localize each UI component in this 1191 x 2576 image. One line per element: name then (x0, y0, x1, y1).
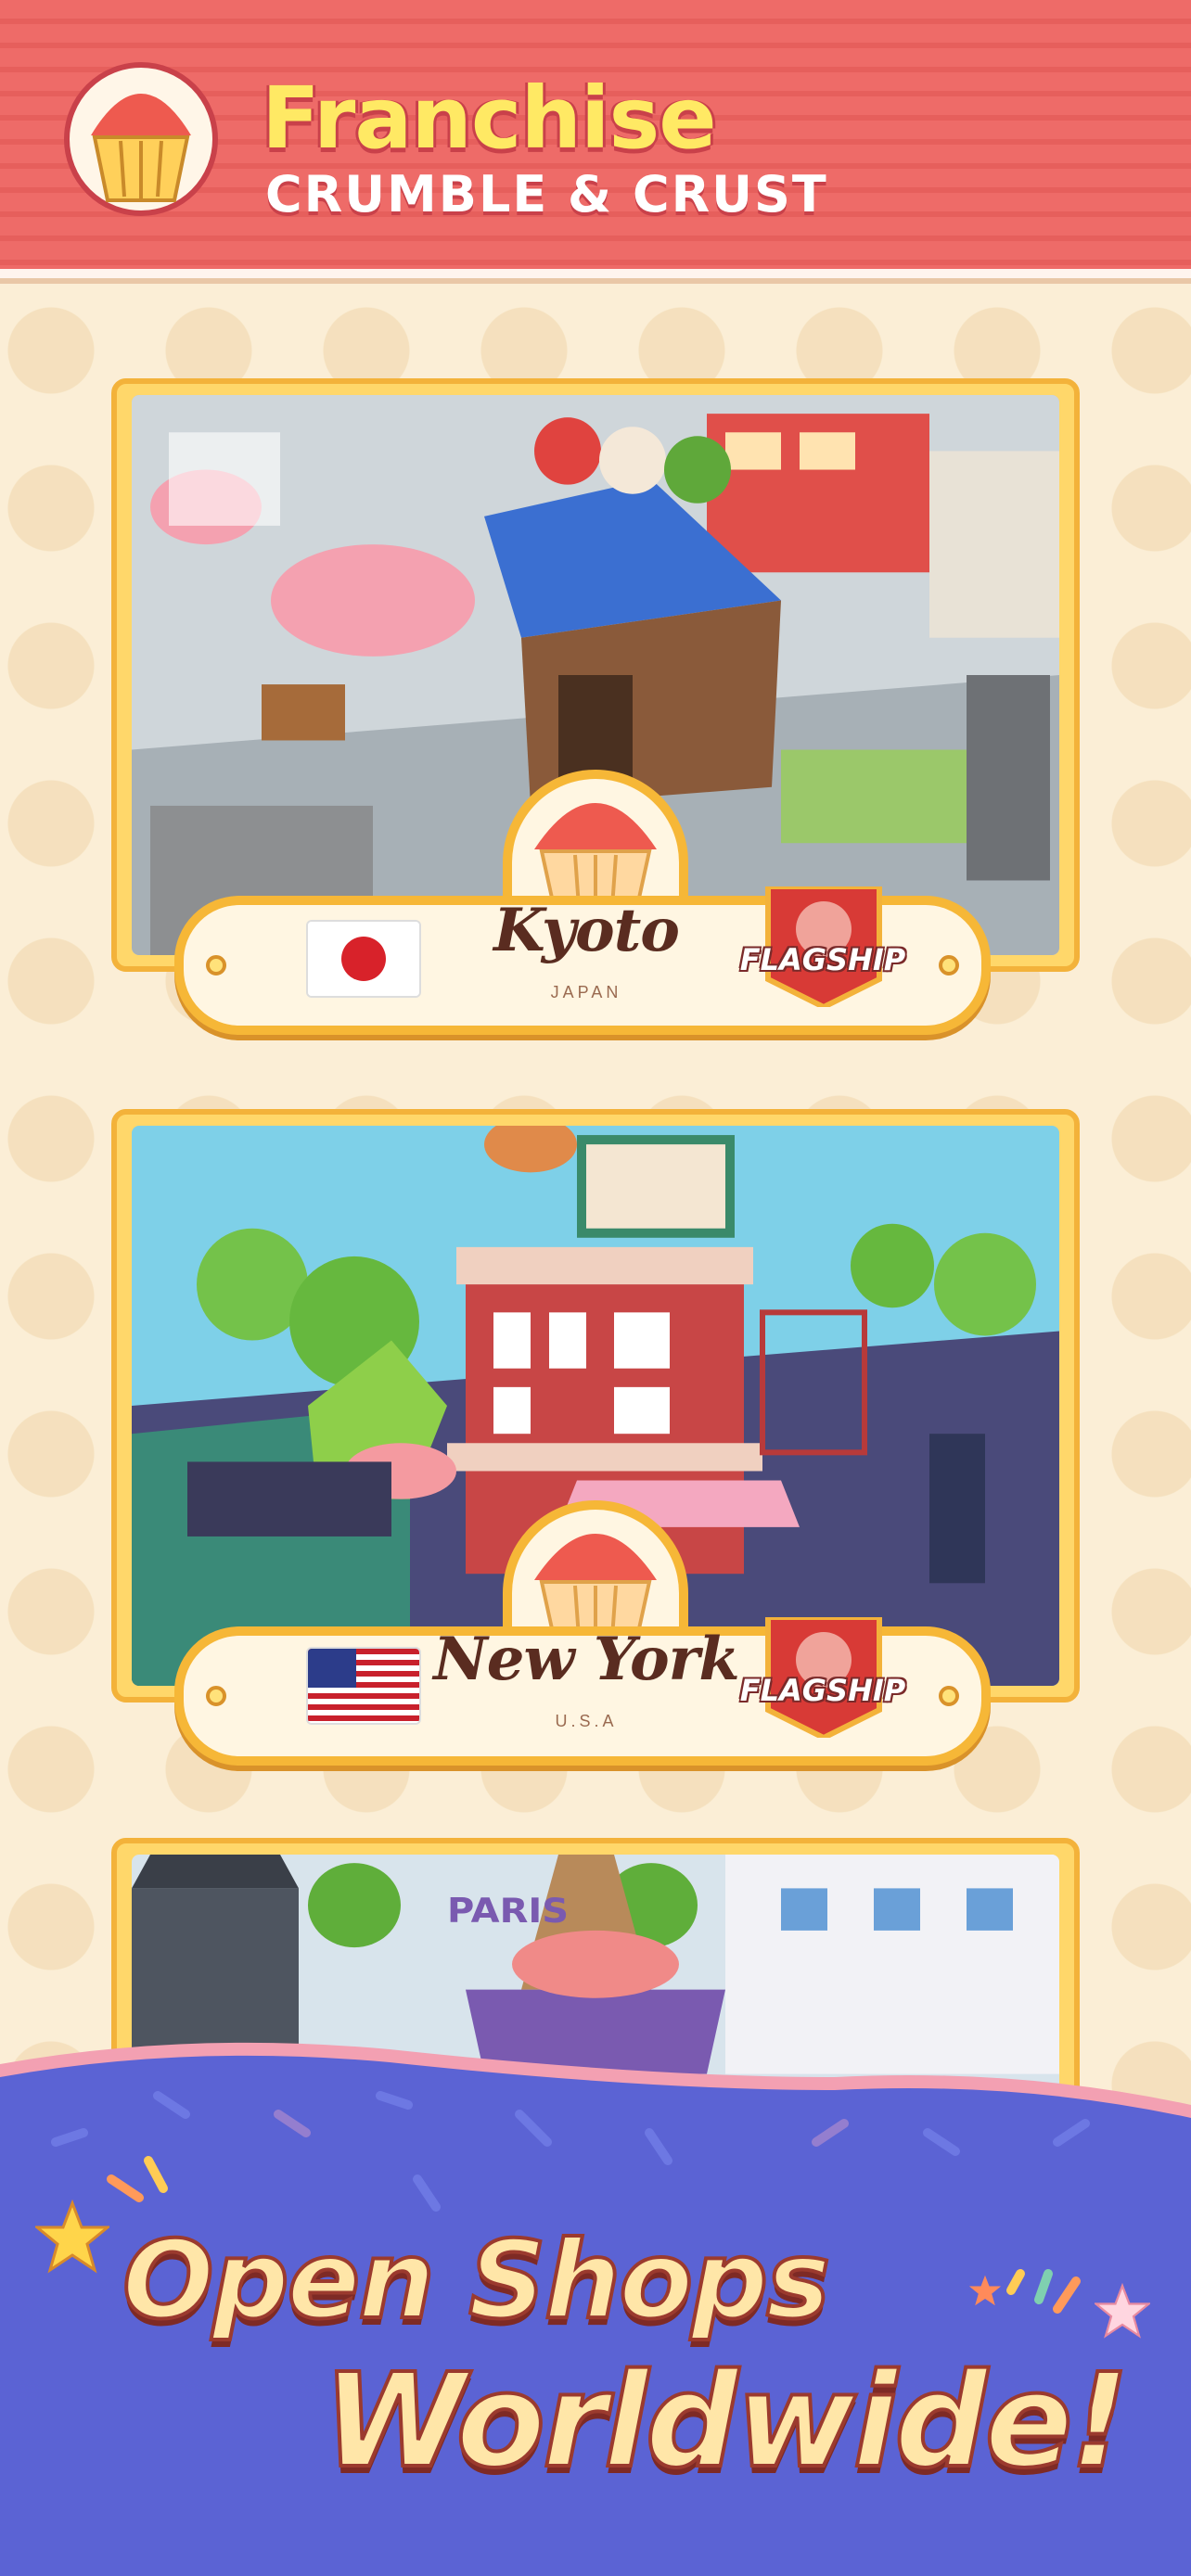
banner-rivet (939, 1686, 959, 1706)
usa-flag-icon (306, 1647, 421, 1725)
banner-rivet (206, 1686, 226, 1706)
paris-sign: PARIS (447, 1892, 569, 1931)
muffin-icon (64, 62, 218, 216)
header-title: Franchise (262, 69, 717, 168)
newyork-city-name: New York (433, 1625, 739, 1694)
star-icon (35, 2200, 109, 2274)
newyork-country-name: U.S.A (555, 1712, 618, 1730)
kyoto-muffin-icon (534, 803, 657, 912)
banner-rivet (206, 955, 226, 976)
header-bar: Franchise CRUMBLE & CRUST (0, 0, 1191, 278)
newyork-flagship-label: FLAGSHIP (739, 1673, 906, 1708)
star-icon (1095, 2283, 1150, 2339)
kyoto-city-name: Kyoto (493, 896, 680, 965)
japan-flag-icon (306, 920, 421, 998)
brand-name: CRUMBLE & CRUST (265, 165, 828, 223)
promo-headline-line2: Worldwide! (321, 2344, 1132, 2499)
promo-headline-line1: Open Shops (121, 2216, 832, 2345)
kyoto-country-name: JAPAN (550, 983, 622, 1001)
star-icon (968, 2275, 1002, 2306)
banner-rivet (939, 955, 959, 976)
kyoto-flagship-label: FLAGSHIP (739, 942, 906, 977)
